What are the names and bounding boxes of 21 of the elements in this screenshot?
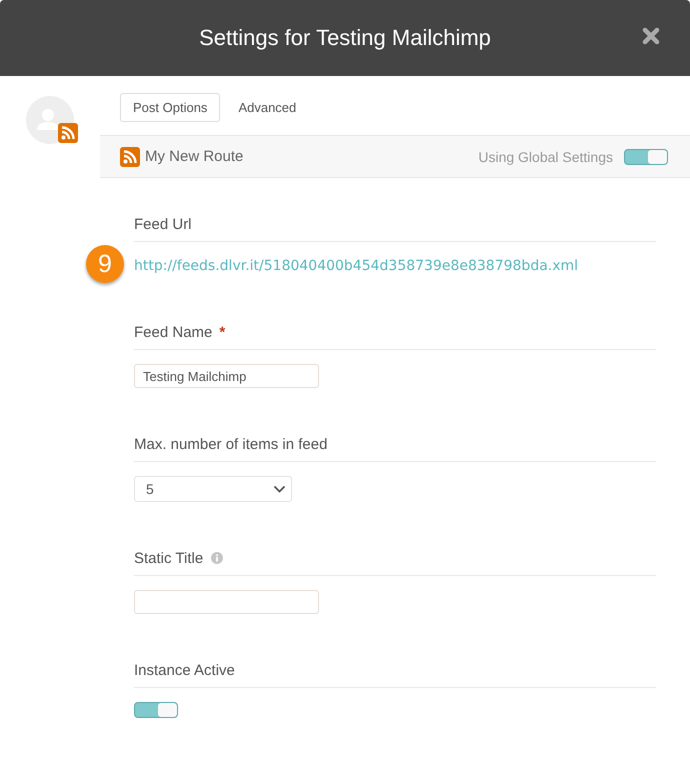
field-label: Max. number of items in feed: [134, 436, 328, 452]
chevron-down-icon: [274, 486, 285, 492]
toggle-switch[interactable]: [134, 702, 178, 718]
text-input[interactable]: [134, 590, 319, 614]
field-label: Instance Active: [134, 662, 235, 678]
step-number-badge: 9: [86, 245, 124, 283]
tab[interactable]: Post Options: [120, 93, 220, 122]
dialog-title: Settings for Testing Mailchimp: [199, 25, 491, 51]
global-settings-label: Using Global Settings: [478, 148, 613, 164]
select-field[interactable]: 5: [134, 476, 292, 502]
close-icon: [642, 27, 660, 45]
field-label: Feed Name: [134, 324, 212, 340]
text-input[interactable]: Testing Mailchimp: [134, 364, 319, 388]
field-label: Static Title: [134, 550, 204, 566]
field-label: Feed Url: [134, 216, 192, 232]
toggle-switch[interactable]: [624, 148, 668, 164]
required-mark: *: [219, 324, 226, 340]
route-name: My New Route: [145, 148, 244, 165]
rss-icon: [58, 123, 78, 143]
close-button[interactable]: [642, 27, 660, 45]
rss-icon: [120, 146, 140, 166]
